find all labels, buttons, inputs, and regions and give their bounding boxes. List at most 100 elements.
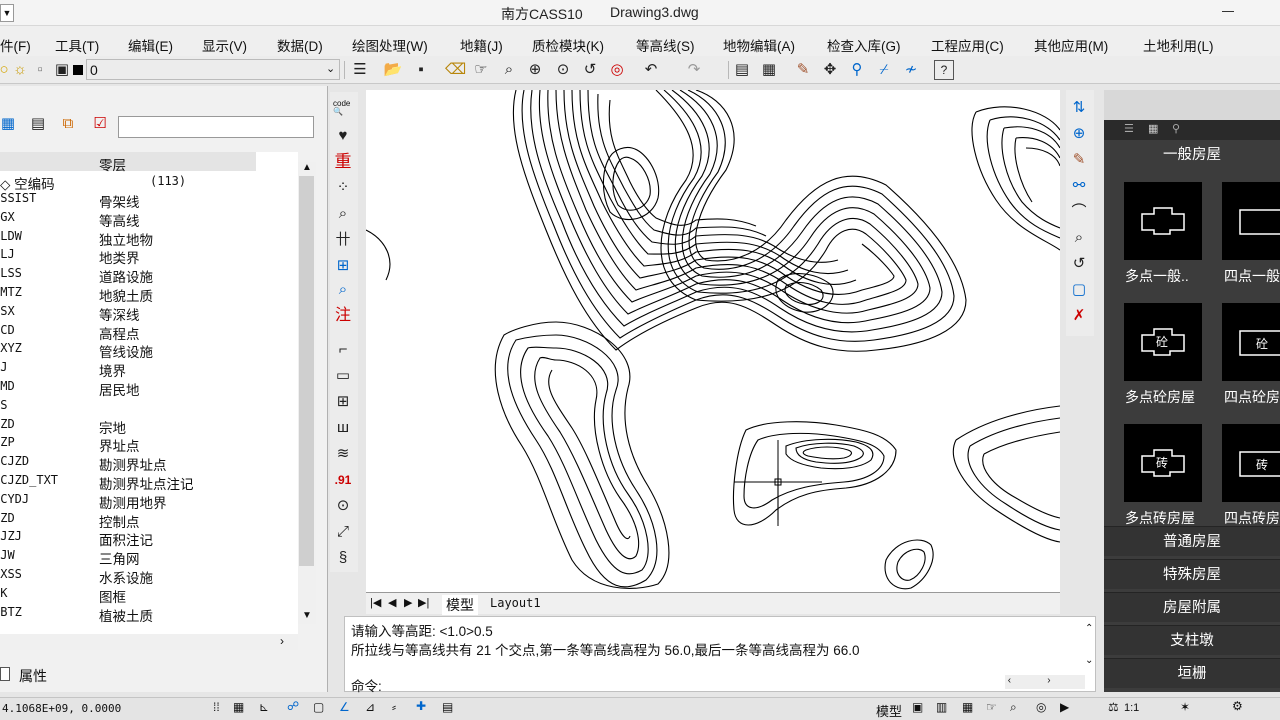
layer-row[interactable]: JJ 境界 <box>0 360 298 379</box>
tile-four-concrete[interactable]: 砼 <box>1222 303 1280 381</box>
menu-drawing[interactable]: 绘图处理(W) <box>352 35 428 55</box>
zoom-realtime-icon[interactable]: ◎ <box>607 60 627 80</box>
calculator-icon[interactable]: ▤ <box>442 700 453 714</box>
point-icon[interactable]: ⊙ <box>333 496 353 516</box>
fence-icon[interactable]: 卄 <box>333 230 353 250</box>
menu-edit[interactable]: 编辑(E) <box>128 35 173 55</box>
sun-icon[interactable]: ☼ <box>10 60 30 80</box>
undo-icon[interactable]: ↶ <box>641 60 661 80</box>
grid-view-icon[interactable]: ▦ <box>1148 122 1158 135</box>
annotate-icon[interactable]: 注 <box>333 306 353 326</box>
label-icon[interactable]: ⊞ <box>333 256 353 276</box>
zoom-icon[interactable]: ⌕ <box>499 60 519 80</box>
menu-land-use[interactable]: 土地利用(L) <box>1143 35 1214 55</box>
zoom-in-icon[interactable]: ⊕ <box>1069 124 1089 144</box>
layer-row[interactable]: GXYZ 管线设施 <box>0 341 298 360</box>
tile-multi-general[interactable] <box>1124 182 1202 260</box>
drawing-canvas[interactable] <box>366 90 1060 592</box>
freeze-icon[interactable]: ▫ <box>30 60 50 80</box>
tile-multi-concrete[interactable]: 砼 <box>1124 303 1202 381</box>
redo-icon[interactable]: ↷ <box>684 60 704 80</box>
group-label[interactable]: ◇ 空编码 <box>0 173 55 193</box>
chevron-down-icon[interactable]: ⌄ <box>326 62 335 75</box>
pan-icon[interactable]: ☞ <box>471 60 491 80</box>
delete-icon[interactable]: ✗ <box>1069 306 1089 326</box>
lineweight-icon[interactable]: ⸗ <box>392 700 396 714</box>
properties-icon[interactable]: ▤ <box>732 60 752 80</box>
menu-icon[interactable]: ☰ <box>350 60 370 80</box>
command-prompt[interactable]: 命令: <box>351 675 382 695</box>
search-area-icon[interactable]: ⌕ <box>333 204 353 224</box>
redraw-icon[interactable]: 重 <box>333 152 353 172</box>
menu-check-import[interactable]: 检查入库(G) <box>827 35 901 55</box>
annotation-scale-icon[interactable]: ⚖ <box>1108 700 1119 714</box>
settings-icon[interactable]: ⚙ <box>1232 699 1243 713</box>
menu-engineering[interactable]: 工程应用(C) <box>931 35 1004 55</box>
layer-row[interactable]: KZD 控制点 <box>0 511 298 530</box>
layer-row[interactable]: SXSS 水系设施 <box>0 567 298 586</box>
menu-qc[interactable]: 质检模块(K) <box>532 35 604 55</box>
pan-realtime-icon[interactable]: ⇅ <box>1069 98 1089 118</box>
tile-four-brick[interactable]: 砖 <box>1222 424 1280 502</box>
grid-display-icon[interactable]: ▦ <box>233 700 244 714</box>
scroll-up-icon[interactable]: ▲ <box>302 162 312 173</box>
pencil-icon[interactable]: ✎ <box>793 60 813 80</box>
category-fence[interactable]: 垣栅 <box>1104 658 1280 688</box>
display-icon[interactable]: ▦ <box>962 700 973 714</box>
zoom-glass-icon[interactable]: ⌕ <box>1069 228 1089 248</box>
layer-row[interactable]: DMTZ 地貌土质 <box>0 285 298 304</box>
layer-state-icon[interactable]: ▤ <box>28 114 48 134</box>
horizontal-scrollbar[interactable]: › <box>0 634 298 650</box>
layer-dropdown[interactable] <box>86 59 340 80</box>
menu-tools[interactable]: 工具(T) <box>55 35 99 55</box>
command-scroll-up-icon[interactable]: ⌃ <box>1085 623 1093 634</box>
menu-other[interactable]: 其他应用(M) <box>1034 35 1108 55</box>
steering-wheel-icon[interactable]: ◎ <box>1036 700 1046 714</box>
pan-status-icon[interactable]: ☞ <box>986 700 997 714</box>
layer-import-icon[interactable]: ⧉ <box>58 114 78 134</box>
grid-icon[interactable]: ⁘ <box>333 178 353 198</box>
label-search-icon[interactable]: ⌕ <box>333 280 353 300</box>
model-space-label[interactable]: 模型 <box>876 701 902 720</box>
list-view-icon[interactable]: ☰ <box>1124 122 1134 135</box>
tab-nav-first-icon[interactable]: |◀ <box>370 596 381 609</box>
layer-row[interactable]: KCJZD 勘测界址点 <box>0 454 298 473</box>
layer-row[interactable]: JZD 宗地 <box>0 417 298 436</box>
layer-row[interactable]: DLSS 道路设施 <box>0 266 298 285</box>
layer-row[interactable]: GCD 高程点 <box>0 323 298 342</box>
category-pillar[interactable]: 支柱墩 <box>1104 625 1280 655</box>
elevation-point-icon[interactable]: .91 <box>333 470 353 490</box>
scroll-right-icon[interactable]: › <box>280 634 284 648</box>
showmotion-icon[interactable]: ▶ <box>1060 700 1069 714</box>
help-icon[interactable]: ? <box>934 60 954 80</box>
layer-row[interactable]: SJW 三角网 <box>0 548 298 567</box>
app-menu-button[interactable]: ▼ <box>0 4 14 22</box>
menu-data[interactable]: 数据(D) <box>277 35 323 55</box>
comb-line-icon[interactable]: ш <box>333 418 353 438</box>
tile-multi-brick[interactable]: 砖 <box>1124 424 1202 502</box>
layer-row[interactable]: ZBTZ 植被土质 <box>0 605 298 624</box>
tab-layout1[interactable]: Layout1 <box>490 596 541 610</box>
minimize-icon[interactable] <box>1222 11 1234 12</box>
layer-filter-input[interactable] <box>118 116 314 138</box>
properties-tab[interactable]: 属性 <box>0 664 70 686</box>
menu-file[interactable]: 件(F) <box>0 35 31 55</box>
layer-row[interactable]: DLJ 地类界 <box>0 247 298 266</box>
polar-icon[interactable]: ☍ <box>287 699 299 713</box>
menu-cadastre[interactable]: 地籍(J) <box>460 35 503 55</box>
ortho-icon[interactable]: ⊾ <box>259 700 269 714</box>
frame-icon[interactable]: ▢ <box>1069 280 1089 300</box>
menu-view[interactable]: 显示(V) <box>202 35 247 55</box>
move-icon[interactable]: ✥ <box>820 60 840 80</box>
tab-nav-last-icon[interactable]: ▶| <box>418 596 429 609</box>
wave-icon[interactable]: § <box>333 548 353 568</box>
scroll-thumb[interactable] <box>299 176 314 566</box>
shield-icon[interactable]: ♥ <box>333 126 353 146</box>
node-icon[interactable]: ⚲ <box>847 60 867 80</box>
layer-row[interactable]: JS <box>0 398 298 417</box>
layer-row[interactable]: KCYDJ 勘测用地界 <box>0 492 298 511</box>
section-header[interactable]: 一般房屋 <box>1104 140 1280 170</box>
command-hscroll[interactable]: ‹ › <box>1005 675 1085 689</box>
vertical-scrollbar[interactable]: ▲ ▼ <box>298 162 316 624</box>
layer-row[interactable]: KCJZD_TXT 勘测界址点注记 <box>0 473 298 492</box>
